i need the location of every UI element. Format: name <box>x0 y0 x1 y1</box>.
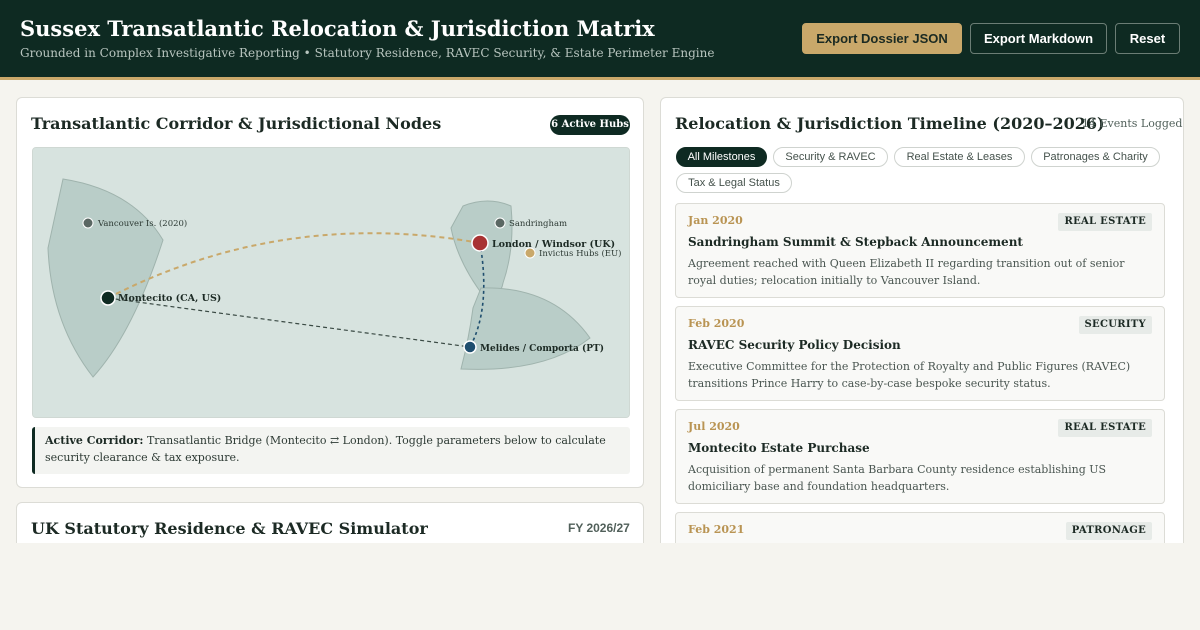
event-category-tag: REAL ESTATE <box>1058 419 1152 437</box>
event-date: Feb 2020 <box>688 317 745 330</box>
corridor-map-panel: Transatlantic Corridor & Jurisdictional … <box>16 97 644 488</box>
export-markdown-button[interactable]: Export Markdown <box>970 23 1107 54</box>
event-date: Jul 2020 <box>688 420 740 433</box>
melides-node[interactable] <box>463 340 477 354</box>
invictus-label: Invictus Hubs (EU) <box>539 248 621 259</box>
filter-patronages-charity[interactable]: Patronages & Charity <box>1031 147 1160 167</box>
timeline-title: Relocation & Jurisdiction Timeline (2020… <box>675 114 1105 133</box>
events-count: 14 Events Logged <box>1082 117 1183 130</box>
timeline-event[interactable]: Jul 2020 REAL ESTATE Montecito Estate Pu… <box>675 409 1165 504</box>
sandringham-node[interactable] <box>494 217 506 229</box>
jurisdiction-map: Vancouver Is. (2020) Sandringham London … <box>32 147 630 418</box>
timeline-panel: Relocation & Jurisdiction Timeline (2020… <box>660 97 1184 567</box>
map-panel-title: Transatlantic Corridor & Jurisdictional … <box>31 114 442 133</box>
montecito-node[interactable] <box>100 290 116 306</box>
melides-label: Melides / Comporta (PT) <box>480 343 604 354</box>
fiscal-year-label: FY 2026/27 <box>568 521 630 535</box>
event-description: Acquisition of permanent Santa Barbara C… <box>688 463 1107 493</box>
filter-all-milestones[interactable]: All Milestones <box>676 147 767 167</box>
filter-tax-legal-status[interactable]: Tax & Legal Status <box>676 173 792 193</box>
active-corridor-label: Active Corridor: <box>45 434 144 447</box>
invictus-node[interactable] <box>524 247 536 259</box>
event-category-tag: SECURITY <box>1078 316 1152 334</box>
reset-button[interactable]: Reset <box>1115 23 1180 54</box>
app-header: Sussex Transatlantic Relocation & Jurisd… <box>0 0 1200 80</box>
timeline-event[interactable]: Jan 2020 REAL ESTATE Sandringham Summit … <box>675 203 1165 298</box>
event-description: Executive Committee for the Protection o… <box>688 360 1131 390</box>
timeline-event[interactable]: Feb 2020 SECURITY RAVEC Security Policy … <box>675 306 1165 401</box>
filter-security-ravec[interactable]: Security & RAVEC <box>773 147 888 167</box>
map-canvas: Vancouver Is. (2020) Sandringham London … <box>33 148 629 417</box>
vancouver-label: Vancouver Is. (2020) <box>97 218 187 229</box>
london-windsor-node[interactable] <box>471 234 489 252</box>
event-title: Sandringham Summit & Stepback Announceme… <box>688 235 1023 249</box>
vancouver-node[interactable] <box>82 217 94 229</box>
event-date: Jan 2020 <box>688 214 743 227</box>
filter-real-estate-leases[interactable]: Real Estate & Leases <box>894 147 1025 167</box>
sandringham-label: Sandringham <box>509 219 567 229</box>
simulator-title: UK Statutory Residence & RAVEC Simulator <box>31 519 428 538</box>
app-subtitle: Grounded in Complex Investigative Report… <box>20 46 715 60</box>
app-title: Sussex Transatlantic Relocation & Jurisd… <box>20 16 655 41</box>
event-description: Agreement reached with Queen Elizabeth I… <box>688 257 1125 287</box>
event-category-tag: REAL ESTATE <box>1058 213 1152 231</box>
montecito-label: Montecito (CA, US) <box>118 293 221 304</box>
viewport-bottom-area <box>0 543 1200 630</box>
event-date: Feb 2021 <box>688 523 745 536</box>
event-title: RAVEC Security Policy Decision <box>688 338 901 352</box>
event-title: Montecito Estate Purchase <box>688 441 870 455</box>
active-corridor-note: Active Corridor: Transatlantic Bridge (M… <box>32 427 630 474</box>
active-hubs-badge: 6 Active Hubs <box>550 115 630 135</box>
export-dossier-json-button[interactable]: Export Dossier JSON <box>802 23 962 54</box>
event-category-tag: PATRONAGE <box>1065 522 1152 540</box>
